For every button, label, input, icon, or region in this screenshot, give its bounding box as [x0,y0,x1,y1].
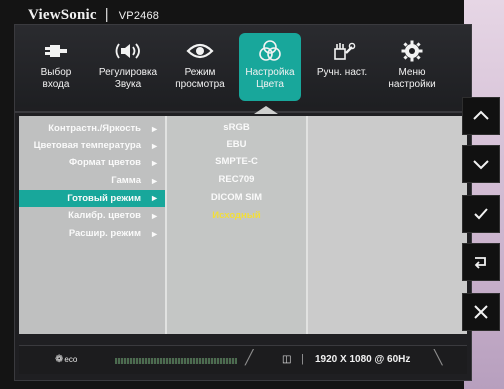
menu-item-preset-mode[interactable]: Готовый режим ► [19,190,165,207]
menu-item-label: Гамма [111,175,141,186]
eco-meter [115,358,237,364]
arrow-right-icon: ► [150,141,159,151]
resolution-readout: 1920 X 1080 @ 60Hz [315,354,411,365]
arrow-right-icon: ► [150,124,159,134]
color-circles-icon [255,39,285,63]
tab-input-select[interactable]: Выбор входа [25,33,87,101]
tab-label-line1: Выбор [40,67,72,78]
model-name: VP2468 [118,10,160,22]
key-exit[interactable] [462,293,500,331]
menu-item-advanced-mode[interactable]: Расшир. режим ► [19,226,165,242]
active-tab-pointer [254,106,278,114]
menu-item-gamma[interactable]: Гамма ► [19,173,165,189]
tab-label-line2: Звука [114,79,142,90]
tab-label-line1: Настройка [245,67,295,78]
menu-column: Контрастн./Яркость ► Цветовая температур… [19,116,165,334]
tab-label-line2: просмотра [175,79,225,90]
menu-item-label: Расшир. режим [68,228,141,239]
tab-label-line2: входа [42,79,70,90]
gear-icon [397,39,427,63]
key-return[interactable] [462,243,500,281]
status-bar: ❁eco ╱ ◫ | 1920 X 1080 @ 60Hz ╲ [19,345,467,374]
chevron-up-icon [473,110,489,120]
status-separator: | [301,353,304,365]
input-source-icon: ◫ [282,354,292,365]
options-column: sRGB EBU SMPTE-C REC709 DICOM SIM Исходн… [167,116,306,334]
tab-divider [15,111,471,113]
option-dicom-sim[interactable]: DICOM SIM [167,189,306,206]
tab-label-line2: Цвета [256,79,284,90]
tab-audio-adjust[interactable]: Регулировка Звука [97,33,159,101]
menu-item-label: Цветовая температура [33,140,141,151]
tab-manual-adjust[interactable]: Ручн. наст. [311,33,373,101]
key-down[interactable] [462,145,500,183]
option-native[interactable]: Исходный [167,207,306,224]
osd-window: Выбор входа Регулировка Звука Режим прос… [14,24,472,381]
tab-label-line1: Меню [398,67,426,78]
speaker-icon [113,39,143,63]
menu-panel: Контрастн./Яркость ► Цветовая температур… [19,116,467,334]
eye-icon [185,39,215,63]
menu-item-color-temperature[interactable]: Цветовая температура ► [19,138,165,154]
osd-tab-bar: Выбор входа Регулировка Звука Режим прос… [15,25,471,107]
menu-item-label: Калибр. цветов [68,210,141,221]
brand-name: ViewSonic [28,7,97,23]
arrow-right-icon: ► [150,211,159,221]
option-ebu[interactable]: EBU [167,136,306,153]
arrow-right-icon: ► [150,193,159,203]
menu-item-color-calibration[interactable]: Калибр. цветов ► [19,208,165,224]
key-up[interactable] [462,97,500,135]
eco-leaf-icon: ❁eco [55,354,78,365]
tab-label-line1: Регулировка [98,67,158,78]
menu-item-label: Готовый режим [67,193,141,204]
eco-label: eco [64,355,78,364]
tab-color-adjust[interactable]: Настройка Цвета [239,33,301,101]
tools-icon [327,39,357,63]
close-icon [474,305,488,319]
option-srgb[interactable]: sRGB [167,119,306,136]
option-rec709[interactable]: REC709 [167,171,306,188]
arrow-right-icon: ► [150,158,159,168]
arrow-right-icon: ► [150,229,159,239]
status-divider: ╲ [434,349,443,365]
tab-label-line2: настройки [388,79,436,90]
brand-separator: | [104,6,109,23]
menu-item-label: Формат цветов [69,157,141,168]
menu-item-contrast-brightness[interactable]: Контрастн./Яркость ► [19,121,165,137]
menu-item-color-format[interactable]: Формат цветов ► [19,155,165,171]
chevron-down-icon [473,160,489,170]
side-key-guide [462,97,500,333]
brand-label: ViewSonic | VP2468 [28,6,159,24]
menu-item-label: Контрастн./Яркость [48,123,141,134]
tab-view-mode[interactable]: Режим просмотра [169,33,231,101]
detail-column [308,116,467,334]
tab-label-line1: Режим [184,67,216,78]
return-icon [474,257,486,269]
status-divider: ╱ [245,349,254,365]
check-icon [474,208,488,220]
key-confirm[interactable] [462,195,500,233]
input-plug-icon [41,39,71,63]
tab-setup-menu[interactable]: Меню настройки [381,33,443,101]
tab-label-line1: Ручн. наст. [316,67,368,78]
option-smpte-c[interactable]: SMPTE-C [167,153,306,170]
arrow-right-icon: ► [150,176,159,186]
